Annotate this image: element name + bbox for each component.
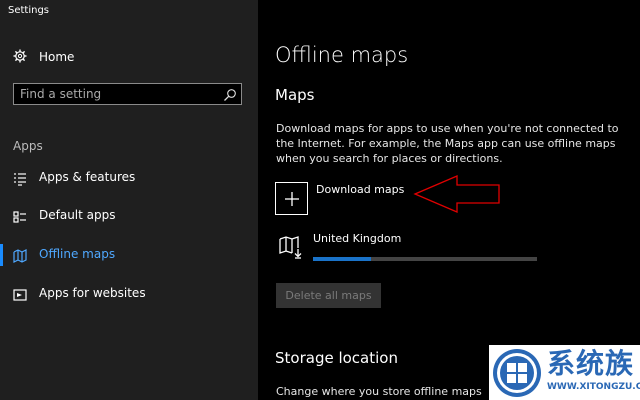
plus-icon (283, 190, 301, 208)
watermark-text: 系统族 (547, 347, 635, 380)
maps-description: Download maps for apps to use when you'r… (276, 122, 619, 165)
search-input[interactable] (14, 84, 225, 104)
list-icon (13, 171, 27, 186)
sidebar: Settings Home Apps Apps & features Defau… (0, 0, 258, 400)
sidebar-item-apps-for-websites[interactable]: Apps for websites (0, 279, 258, 309)
gear-icon (13, 48, 27, 67)
maps-heading: Maps (275, 86, 315, 104)
sidebar-item-offline-maps[interactable]: Offline maps (0, 240, 258, 270)
delete-all-maps-button[interactable]: Delete all maps (276, 283, 381, 308)
search-box[interactable] (13, 83, 242, 105)
map-name: United Kingdom (313, 232, 402, 245)
download-progress-fill (313, 257, 372, 261)
download-maps-label[interactable]: Download maps (316, 183, 404, 196)
sidebar-item-label: Offline maps (39, 247, 116, 261)
sidebar-item-apps-features[interactable]: Apps & features (0, 163, 258, 193)
search-icon[interactable] (223, 87, 237, 101)
annotation-arrow-icon (413, 175, 500, 213)
sidebar-item-default-apps[interactable]: Default apps (0, 201, 258, 231)
watermark-logo: 系统族 WWW.XITONGZU.COM (489, 345, 640, 400)
storage-location-heading: Storage location (275, 349, 398, 367)
download-progress-bar (313, 257, 537, 261)
sidebar-item-label: Apps for websites (39, 286, 146, 300)
watermark-url: WWW.XITONGZU.COM (547, 382, 640, 392)
download-maps-button[interactable] (275, 182, 308, 215)
sidebar-item-label: Apps & features (39, 170, 136, 184)
page-title: Offline maps (275, 43, 409, 67)
windows-logo-icon (493, 349, 541, 397)
offline-maps-icon (13, 248, 27, 263)
window-title: Settings (8, 5, 50, 16)
selection-indicator (0, 244, 3, 266)
home-label: Home (39, 50, 75, 64)
storage-location-description: Change where you store offline maps (276, 385, 482, 398)
default-apps-icon (13, 209, 27, 223)
map-download-icon (278, 235, 304, 259)
home-nav-item[interactable]: Home (13, 49, 74, 65)
sidebar-item-label: Default apps (39, 208, 116, 222)
web-app-icon (13, 287, 27, 301)
section-label-apps: Apps (13, 139, 43, 153)
